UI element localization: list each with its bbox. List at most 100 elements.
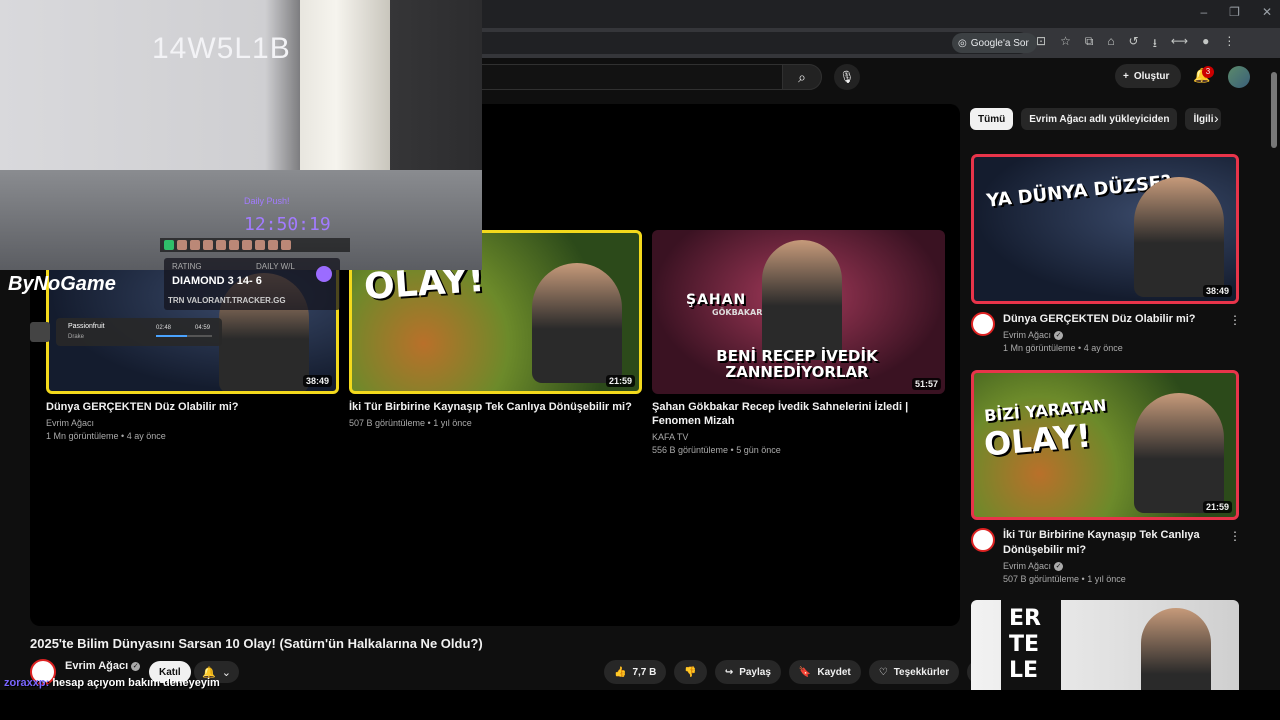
install-icon[interactable]: ⊡ xyxy=(1036,34,1046,55)
search-icon: ⌕ xyxy=(798,68,806,85)
agent-icon xyxy=(281,240,291,250)
share-icon: ↪ xyxy=(724,666,734,678)
agent-icon xyxy=(255,240,265,250)
end-card-channel: Evrim Ağacı xyxy=(46,418,95,428)
page-scrollbar[interactable] xyxy=(1268,58,1280,690)
song-times: 02:48 04:59 xyxy=(156,325,210,331)
end-card-channel: KAFA TV xyxy=(652,432,689,442)
minimize-icon[interactable]: – xyxy=(1200,5,1207,19)
sidebar-video-1[interactable]: YA DÜNYA DÜZSE? 38:49 Dünya GERÇEKTEN Dü… xyxy=(971,154,1241,353)
address-bar[interactable] xyxy=(470,32,1030,54)
sidebar-video-3[interactable]: ER TE LE xyxy=(971,600,1239,690)
save-button[interactable]: 🔖 Kaydet xyxy=(788,660,861,684)
chip-all[interactable]: Tümü xyxy=(970,108,1014,130)
end-card-3[interactable]: ŞAHAN GÖKBAKAR BENİ RECEP İVEDİK ZANNEDİ… xyxy=(652,230,945,456)
song-title: Passionfruit xyxy=(68,323,105,330)
lens-icon: ◎ xyxy=(958,37,967,49)
chat-message: zoraxxp: hesap açıyom bakım deneyeyim xyxy=(4,677,220,689)
chevron-right-icon[interactable]: › xyxy=(1214,110,1219,126)
sidebar-thumbnail[interactable]: BİZİ YARATAN OLAY! 21:59 xyxy=(971,370,1239,520)
like-button[interactable]: 👍 7,7 B xyxy=(604,660,667,684)
duration-badge: 38:49 xyxy=(1202,285,1232,297)
rank-badge-icon xyxy=(316,266,332,282)
song-progress-fill xyxy=(156,335,188,337)
menu-icon[interactable]: ⋮ xyxy=(1223,34,1235,55)
chat-text: hesap açıyom bakım deneyeyim xyxy=(52,677,220,689)
bookmark-icon: 🔖 xyxy=(798,666,812,678)
history-icon[interactable]: ↺ xyxy=(1129,34,1139,55)
plus-icon: + xyxy=(1123,70,1129,82)
presenter-figure xyxy=(1141,608,1211,690)
sidebar-video-title[interactable]: Dünya GERÇEKTEN Düz Olabilir mi? xyxy=(1003,312,1223,327)
agent-icon xyxy=(177,240,187,250)
window-controls[interactable]: – ❐ ✕ xyxy=(1200,5,1272,19)
rank-text: DIAMOND 3 14- 6 xyxy=(172,275,262,287)
thumbnail-overlay-text: BENİ RECEP İVEDİK ZANNEDİYORLAR xyxy=(716,347,878,381)
sidebar-video-2[interactable]: BİZİ YARATAN OLAY! 21:59 İki Tür Birbiri… xyxy=(971,370,1241,584)
dislike-button[interactable]: 👎 xyxy=(674,660,707,684)
sidebar-channel: Evrim Ağacı ✓ xyxy=(1003,560,1064,573)
daily-wl-label: DAILY W/L xyxy=(256,262,295,271)
scrollbar-thumb[interactable] xyxy=(1271,72,1277,148)
presenter-figure xyxy=(1134,393,1224,513)
extensions-icon[interactable]: ⧉ xyxy=(1085,34,1094,55)
channel-avatar[interactable] xyxy=(971,528,995,552)
sidebar-thumbnail[interactable]: ER TE LE xyxy=(971,600,1239,690)
thumbs-up-icon: 👍 xyxy=(614,666,627,678)
end-card-thumbnail[interactable]: ŞAHAN GÖKBAKAR BENİ RECEP İVEDİK ZANNEDİ… xyxy=(652,230,945,394)
sidebar-video-title[interactable]: İki Tür Birbirine Kaynaşıp Tek Canlıya D… xyxy=(1003,528,1223,558)
sidebar-channel-text: Evrim Ağacı xyxy=(1003,330,1052,340)
now-playing-widget: Passionfruit Drake 02:48 04:59 xyxy=(56,318,222,346)
search-input[interactable] xyxy=(470,64,782,90)
agent-icon xyxy=(216,240,226,250)
duration-badge: 51:57 xyxy=(911,378,941,390)
valorant-tracker-widget: RATING DAILY W/L DIAMOND 3 14- 6 TRN VAL… xyxy=(164,258,340,310)
bookmark-star-icon[interactable]: ☆ xyxy=(1060,34,1071,55)
channel-avatar[interactable] xyxy=(971,312,995,336)
thumbnail-overlay-text: OLAY! xyxy=(982,416,1093,464)
agent-icon xyxy=(242,240,252,250)
daily-push-timer: 12:50:19 xyxy=(244,214,331,235)
heart-dollar-icon: ♡ xyxy=(878,666,888,678)
channel-name[interactable]: Evrim Ağacı ✓ xyxy=(65,660,141,672)
end-card-meta: 1 Mn görüntüleme • 4 ay önce xyxy=(46,431,166,441)
song-elapsed: 02:48 xyxy=(156,325,172,331)
sidebar-thumbnail[interactable]: YA DÜNYA DÜZSE? 38:49 xyxy=(971,154,1239,304)
chip-uploader[interactable]: Evrim Ağacı adlı yükleyiciden xyxy=(1021,108,1178,130)
agent-icon xyxy=(164,240,174,250)
presenter-figure xyxy=(1134,177,1224,297)
chat-username: zoraxxp: xyxy=(4,677,50,689)
search-button[interactable]: ⌕ xyxy=(782,64,822,90)
end-card-title[interactable]: İki Tür Birbirine Kaynaşıp Tek Canlıya D… xyxy=(349,400,642,414)
end-card-title[interactable]: Şahan Gökbakar Recep İvedik Sahnelerini … xyxy=(652,400,945,428)
end-card-title[interactable]: Dünya GERÇEKTEN Düz Olabilir mi? xyxy=(46,400,339,414)
sidebar-channel-text: Evrim Ağacı xyxy=(1003,561,1052,571)
sidebar-meta: 507 B görüntüleme • 1 yıl önce xyxy=(1003,574,1126,584)
filter-chips: Tümü Evrim Ağacı adlı yükleyiciden İlgil… xyxy=(970,108,1222,130)
more-vert-icon[interactable]: ⋮ xyxy=(1229,529,1241,543)
agent-icon xyxy=(268,240,278,250)
duration-badge: 21:59 xyxy=(1202,501,1232,513)
voice-search-button[interactable]: 🎙 xyxy=(834,64,860,90)
google-sor-button[interactable]: ◎ Google'a Sor xyxy=(952,33,1037,53)
close-icon[interactable]: ✕ xyxy=(1262,5,1272,19)
restore-icon[interactable]: ❐ xyxy=(1229,5,1240,19)
download-icon[interactable]: ⭳ xyxy=(1153,34,1157,55)
account-avatar[interactable] xyxy=(1228,66,1250,88)
incognito-icon[interactable]: ⌂ xyxy=(1107,34,1114,55)
profile-icon[interactable]: ● xyxy=(1202,34,1209,55)
end-card-meta: 507 B görüntüleme • 1 yıl önce xyxy=(349,418,472,428)
bottom-bar xyxy=(0,690,1280,720)
translate-icon[interactable]: ⟷ xyxy=(1171,34,1188,55)
sidebar-meta: 1 Mn görüntüleme • 4 ay önce xyxy=(1003,343,1123,353)
song-progress-bar xyxy=(156,335,212,337)
create-button[interactable]: + Oluştur xyxy=(1115,64,1182,88)
share-button[interactable]: ↪ Paylaş xyxy=(714,660,781,684)
thumbnail-name-sub: GÖKBAKAR xyxy=(712,308,763,317)
bed-scene xyxy=(0,170,482,270)
presenter-figure xyxy=(762,240,842,360)
thumbnail-text-panel: ER TE LE xyxy=(1001,600,1061,690)
more-vert-icon[interactable]: ⋮ xyxy=(1229,313,1241,327)
thanks-button[interactable]: ♡ Teşekkürler xyxy=(868,660,960,684)
match-history-strip xyxy=(160,238,350,252)
